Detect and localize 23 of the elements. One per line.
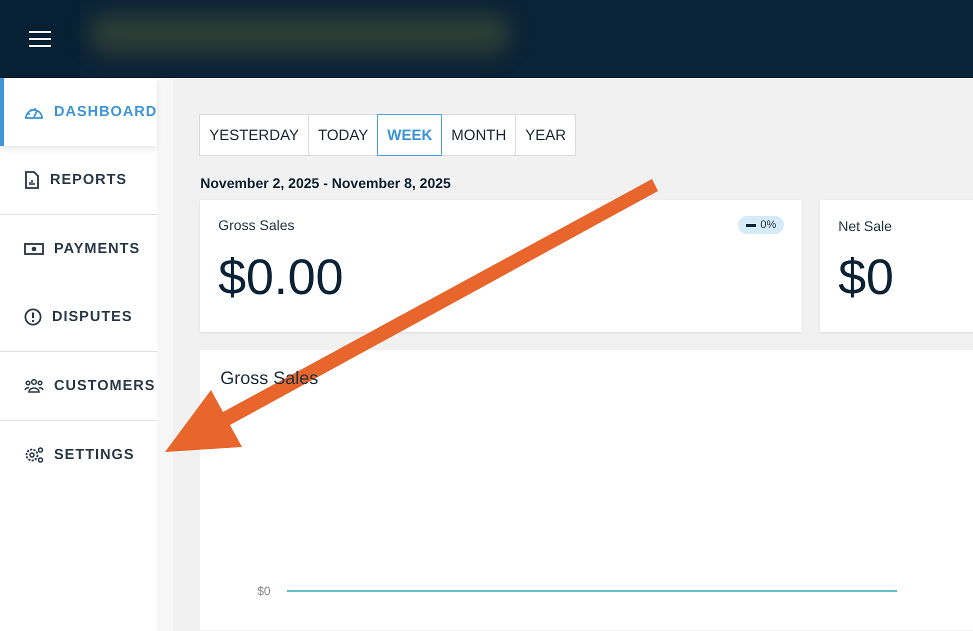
axis-label: $0 <box>257 584 271 598</box>
sidebar-item[interactable]: CUSTOMERS <box>0 352 158 420</box>
people-icon <box>24 378 44 394</box>
period-tab[interactable]: YESTERDAY <box>199 114 309 156</box>
sidebar-item[interactable]: PAYMENTS <box>0 215 158 283</box>
sidebar-item[interactable]: DISPUTES <box>0 283 158 351</box>
change-text: 0% <box>760 219 776 231</box>
period-tab[interactable]: TODAY <box>308 114 378 156</box>
sidebar-item[interactable]: SETTINGS <box>0 421 158 489</box>
card-title: Net Sale <box>838 218 892 234</box>
document-chart-icon <box>24 171 40 189</box>
banknote-icon <box>24 242 44 256</box>
card-title: Gross Sales <box>218 217 294 233</box>
date-range: November 2, 2025 - November 8, 2025 <box>200 175 452 191</box>
gears-icon <box>24 446 44 464</box>
period-tab[interactable]: MONTH <box>441 114 516 156</box>
menu-icon <box>28 30 52 48</box>
minus-icon <box>746 224 756 226</box>
stat-value: $0 <box>838 248 895 306</box>
alert-icon <box>24 308 42 326</box>
stat-value: $0.00 <box>218 248 344 306</box>
sidebar-item[interactable]: REPORTS <box>0 146 158 214</box>
period-tab[interactable]: YEAR <box>515 114 576 156</box>
